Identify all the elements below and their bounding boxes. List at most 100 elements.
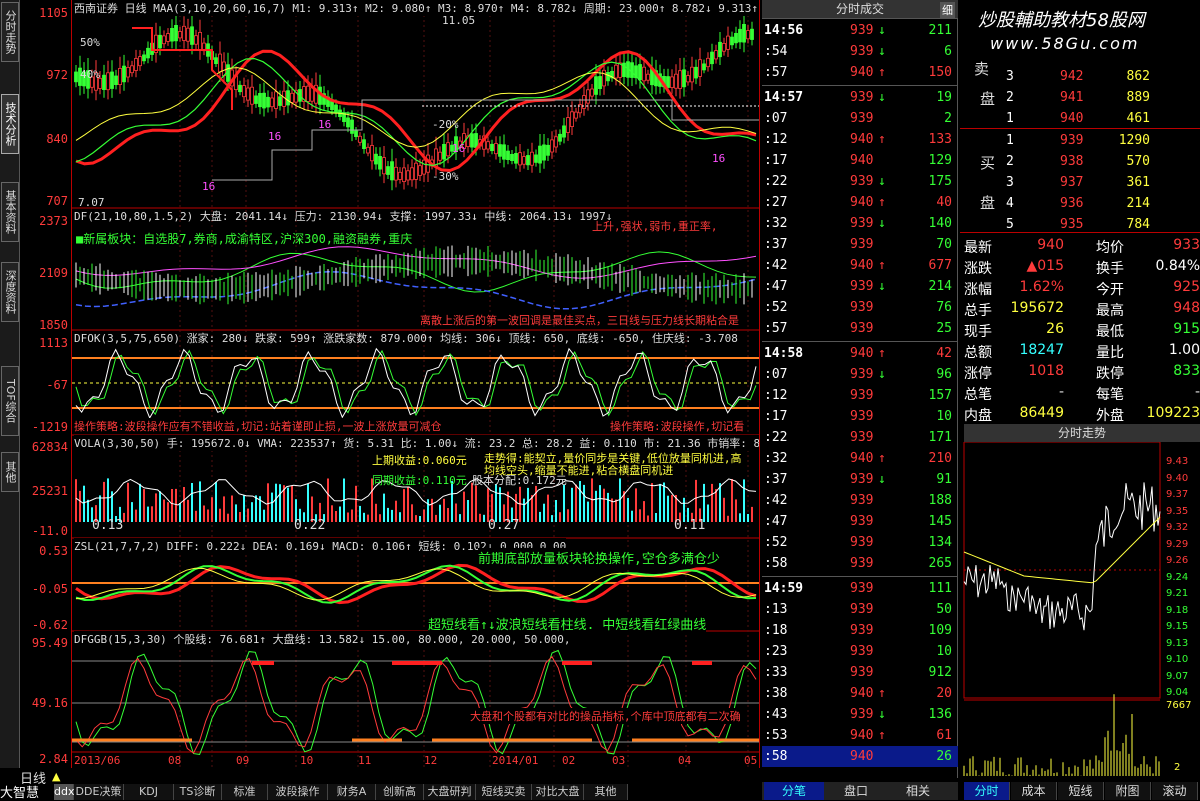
volume: 570 (1126, 154, 1150, 169)
tick-volume: 136 (928, 707, 952, 722)
tick-price: 940 (850, 132, 874, 147)
tick-row[interactable]: :42 940 ↑ 677 (762, 255, 958, 276)
tick-row[interactable]: :37 939 ↓ 91 (762, 469, 958, 490)
tick-row[interactable]: 14:58 940 ↑ 42 (762, 343, 958, 364)
tick-row[interactable]: :32 940 ↑ 210 (762, 448, 958, 469)
mini-y-label: 9.07 (1166, 670, 1189, 682)
indicator-tab[interactable]: DDE决策 (74, 784, 124, 800)
indicator-tab[interactable]: ddx (54, 784, 74, 800)
right-tab[interactable]: 分时 (964, 782, 1010, 800)
x-date: 05 (744, 754, 758, 767)
tick-row[interactable]: :38 940 ↑ 20 (762, 683, 958, 704)
ask-row[interactable]: 2 941 889 (960, 87, 1200, 108)
tick-tab[interactable]: 相关 (888, 782, 948, 800)
triangle-up-icon[interactable]: ▲ (52, 770, 60, 783)
tick-row[interactable]: 14:57 939 ↓ 19 (762, 87, 958, 108)
side-tab-tof[interactable]: TOF综合 (1, 366, 19, 436)
indicator-tab[interactable]: 财务A (328, 784, 376, 800)
tick-row[interactable]: :17 940 129 (762, 150, 958, 171)
right-tab[interactable]: 短线 (1058, 782, 1104, 800)
tick-row[interactable]: :27 940 ↑ 40 (762, 192, 958, 213)
mini-y-label: 9.13 (1166, 637, 1189, 649)
tick-row[interactable]: :53 940 ↑ 61 (762, 725, 958, 746)
tick-time: :33 (764, 665, 788, 680)
df-sector-text: ■新属板块：自选股7,券商,成渝特区,沪深300,融资融券,重庆 (76, 230, 412, 247)
tick-row[interactable]: :32 939 ↓ 140 (762, 213, 958, 234)
tick-row[interactable]: :57 940 ↑ 150 (762, 62, 958, 83)
tick-row[interactable]: :43 939 ↓ 136 (762, 704, 958, 725)
tick-row[interactable]: :47 939 145 (762, 511, 958, 532)
indicator-tab[interactable]: 大盘研判 (424, 784, 476, 800)
bid-row[interactable]: 4 936 214 (960, 193, 1200, 214)
candle-body (310, 87, 314, 102)
tick-list[interactable]: 分时成交 14:56 939 ↓ 211:54 939 ↓ 6:57 940 ↑ 150 14:57… (762, 0, 958, 778)
indicator-tab[interactable]: 短线买卖 (476, 784, 532, 800)
zsl-note: 前期底部放量板块轮换操作,空仓多满仓少 (478, 548, 720, 567)
tick-row[interactable]: :47 939 ↓ 214 (762, 276, 958, 297)
indicator-tab[interactable]: KDJ (124, 784, 174, 800)
tick-row[interactable]: :57 939 25 (762, 318, 958, 339)
ask-row[interactable]: 1 940 461 (960, 108, 1200, 129)
x-date: 03 (612, 754, 626, 767)
bid-row[interactable]: 1 939 1290 (960, 130, 1200, 151)
ask-row[interactable]: 3 942 862 (960, 66, 1200, 87)
tick-price: 939 (850, 174, 874, 189)
tick-row[interactable]: :33 939 912 (762, 662, 958, 683)
indicator-tab[interactable]: 标准 (222, 784, 268, 800)
tick-row[interactable]: :52 939 76 (762, 297, 958, 318)
side-tab-technical[interactable]: 技术分析 (1, 94, 19, 154)
side-tab-other[interactable]: 其他 (1, 452, 19, 492)
indicator-tab[interactable]: TS诊断 (174, 784, 222, 800)
tick-time: :57 (764, 65, 788, 80)
side-tab-intraday[interactable]: 分时走势 (1, 2, 19, 62)
candle-body (442, 143, 446, 160)
candle-body (406, 170, 410, 181)
tick-time: 14:58 (764, 346, 804, 361)
side-tab-deep[interactable]: 深度资料 (1, 262, 19, 322)
tick-row[interactable]: :58 939 265 (762, 553, 958, 574)
side-tab-basic[interactable]: 基本资料 (1, 182, 19, 242)
tick-row[interactable]: 14:56 939 ↓ 211 (762, 20, 958, 41)
tick-row[interactable]: :13 939 50 (762, 599, 958, 620)
bid-row[interactable]: 2 938 570 (960, 151, 1200, 172)
indicator-tab[interactable]: 其他 (584, 784, 628, 800)
detail-toggle[interactable]: 细 (940, 2, 955, 18)
tick-time: :18 (764, 623, 788, 638)
tick-volume: 677 (928, 258, 952, 273)
candle-body (102, 74, 106, 90)
indicator-tab[interactable]: 对比大盘 (532, 784, 584, 800)
tick-row[interactable]: :22 939 ↓ 175 (762, 171, 958, 192)
tick-row[interactable]: :52 939 134 (762, 532, 958, 553)
tick-row[interactable]: :12 939 157 (762, 385, 958, 406)
chart-area[interactable]: 西南证券 日线 MAA(3,10,20,60,16,7) M1: 9.313↑ … (72, 0, 760, 768)
tick-row[interactable]: :42 939 188 (762, 490, 958, 511)
candle-body (370, 145, 374, 162)
tick-time: :42 (764, 493, 788, 508)
stat-value: 940 (1037, 237, 1064, 253)
tick-row[interactable]: :17 939 10 (762, 406, 958, 427)
tick-row[interactable]: :07 939 ↓ 96 (762, 364, 958, 385)
tick-row[interactable]: :12 940 ↑ 133 (762, 129, 958, 150)
tick-volume: 26 (936, 749, 952, 764)
right-tab[interactable]: 附图 (1105, 782, 1151, 800)
tick-row[interactable]: :18 939 109 (762, 620, 958, 641)
indicator-tab[interactable]: 波段操作 (268, 784, 328, 800)
tick-row[interactable]: :22 939 171 (762, 427, 958, 448)
indicator-tab[interactable]: 创新高 (376, 784, 424, 800)
tick-price: 939 (850, 707, 874, 722)
tick-row[interactable]: :23 939 10 (762, 641, 958, 662)
mini-y-label: 9.40 (1166, 472, 1189, 484)
tick-tab[interactable]: 分笔 (764, 782, 824, 800)
bid-row[interactable]: 3 937 361 (960, 172, 1200, 193)
tick-row[interactable]: :54 939 ↓ 6 (762, 41, 958, 62)
tick-row[interactable]: :37 939 70 (762, 234, 958, 255)
tick-tab[interactable]: 盘口 (826, 782, 886, 800)
tick-row[interactable]: 14:59 939 111 (762, 578, 958, 599)
candle-body (530, 151, 534, 166)
tick-list-title: 分时成交 (762, 0, 958, 18)
tick-volume: 61 (936, 728, 952, 743)
tick-row[interactable]: :58 940 26 (762, 746, 958, 767)
tick-row[interactable]: :07 939 2 (762, 108, 958, 129)
right-tab[interactable]: 成本 (1011, 782, 1057, 800)
right-tab[interactable]: 滚动 (1152, 782, 1198, 800)
